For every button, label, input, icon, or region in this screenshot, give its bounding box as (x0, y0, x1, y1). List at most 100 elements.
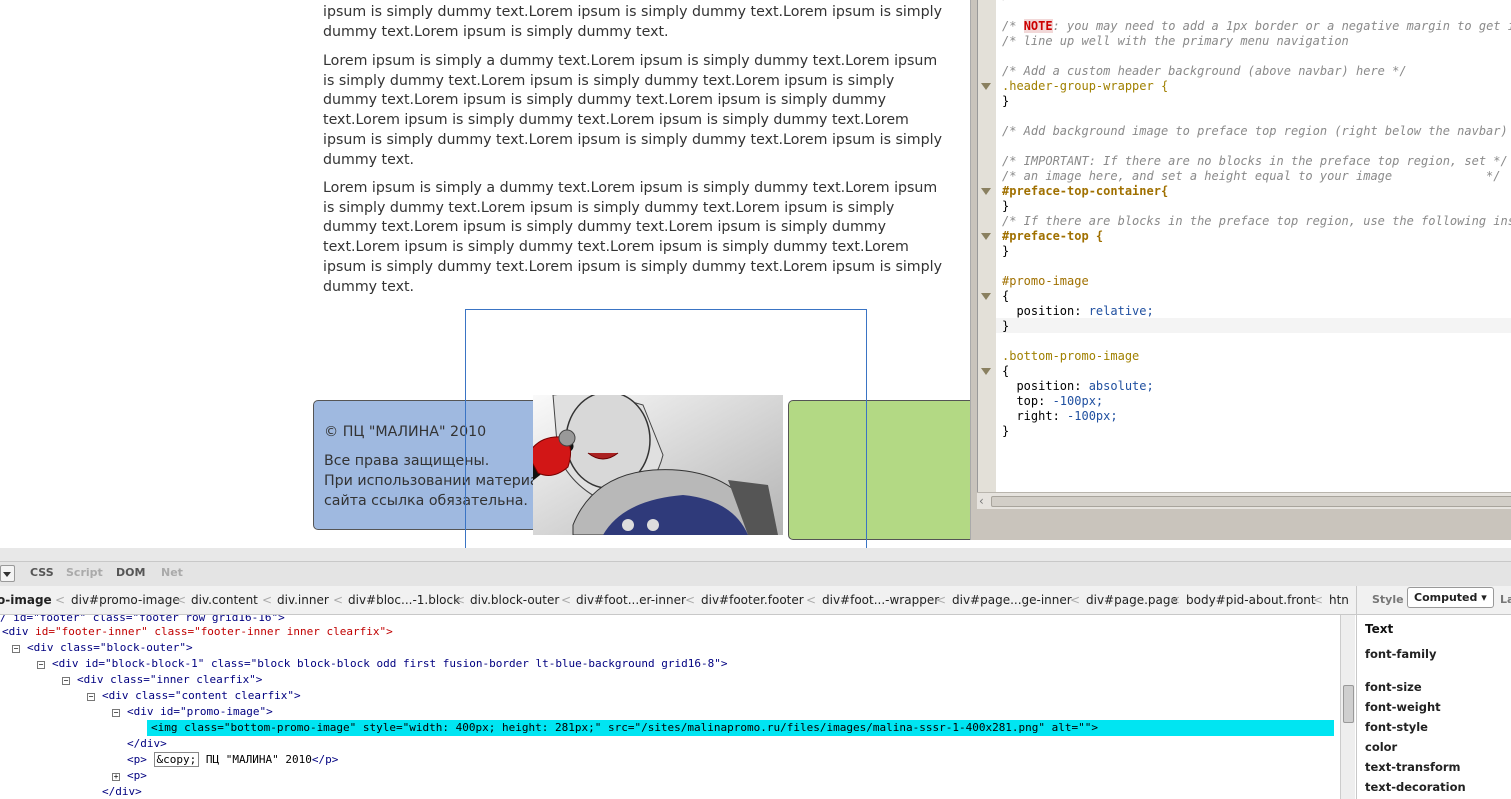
breadcrumb-item[interactable]: div.inner (277, 593, 329, 607)
css-line: /* Add a custom header background (above… (1002, 64, 1407, 78)
css-line: { (1002, 364, 1010, 378)
css-line: .header-group-wrapper { (1002, 79, 1168, 94)
tab-dom[interactable]: DOM (116, 566, 145, 579)
computed-prop: font-size (1365, 680, 1422, 694)
copyright-text: © ПЦ "МАЛИНА" 2010 (324, 424, 487, 440)
css-line: /* an image here, and set a height equal… (1002, 169, 1501, 183)
breadcrumb-item[interactable]: div#footer.footer (701, 593, 804, 607)
tab-script[interactable]: Script (66, 566, 103, 579)
devtools-toolbar: CSS Script DOM Net (0, 561, 1511, 586)
breadcrumb-item[interactable]: div#foot...-wrapper (822, 593, 939, 607)
expand-toggle-icon[interactable]: + (112, 773, 120, 781)
breadcrumb-item[interactable]: div.content (191, 593, 258, 607)
breadcrumb-item[interactable]: div#foot...er-inner (576, 593, 686, 607)
scrollbar-thumb[interactable] (991, 496, 1511, 507)
side-panel-tabs: Style Computed ▾ La (1357, 586, 1511, 615)
breadcrumb-separator: < (806, 593, 817, 607)
html-node[interactable]: </div> (102, 784, 142, 799)
html-tag: <div (2, 625, 36, 638)
fold-arrow-icon[interactable] (981, 83, 991, 90)
css-line: #preface-top-container{ (1002, 184, 1169, 198)
collapse-toggle-icon[interactable]: − (12, 645, 20, 653)
breadcrumb: o-image < div#promo-image < div.content … (0, 586, 1356, 615)
current-line-highlight (996, 318, 1511, 333)
breadcrumb-separator: < (55, 593, 66, 607)
tab-css[interactable]: CSS (30, 566, 54, 579)
html-node[interactable]: </div> (127, 736, 167, 752)
css-line: } (1002, 199, 1010, 213)
html-node[interactable]: <div class="block-outer"> (27, 640, 193, 656)
html-node[interactable]: <div class="content clearfix"> (102, 688, 301, 704)
computed-prop: text-transform (1365, 760, 1461, 774)
tab-layout[interactable]: La (1500, 593, 1511, 606)
html-tree: / id="footer" class="footer row grid16-1… (0, 615, 1340, 799)
html-node[interactable]: <div id="block-block-1" class="block blo… (52, 656, 728, 672)
breadcrumb-item[interactable]: body#pid-about.front (1186, 593, 1316, 607)
css-editor[interactable]: /* ... /* NOTE: you may need to add a 1p… (977, 0, 1511, 492)
css-property: top: (1002, 394, 1046, 408)
html-tag: <p> (127, 753, 147, 766)
css-line: /* NOTE: you may need to add a 1px borde… (1002, 19, 1511, 33)
fold-arrow-icon[interactable] (981, 368, 991, 375)
css-line: #preface-top { (1002, 229, 1104, 243)
css-line: .bottom-promo-image (1002, 349, 1140, 363)
editor-gutter (978, 0, 996, 492)
breadcrumb-item[interactable]: div#promo-image (71, 593, 180, 607)
css-property: position: (1002, 304, 1082, 318)
computed-section-heading[interactable]: Text (1365, 622, 1393, 636)
tab-net[interactable]: Net (161, 566, 183, 579)
breadcrumb-item[interactable]: htn (1329, 593, 1349, 607)
css-line: } (1002, 424, 1010, 438)
fold-arrow-icon[interactable] (981, 188, 991, 195)
breadcrumb-separator: < (936, 593, 947, 607)
html-node[interactable]: <div class="inner clearfix"> (77, 672, 262, 688)
css-line: /* line up well with the primary menu na… (1002, 34, 1349, 48)
breadcrumb-item[interactable]: div#page...ge-inner (952, 593, 1072, 607)
computed-prop: font-weight (1365, 700, 1441, 714)
computed-prop: text-decoration (1365, 780, 1466, 794)
html-node-selected[interactable]: <img class="bottom-promo-image" style="w… (151, 720, 1098, 736)
collapse-toggle-icon[interactable]: − (37, 661, 45, 669)
html-text: ПЦ "МАЛИНА" 2010 (199, 753, 312, 766)
collapse-toggle-icon[interactable]: − (112, 709, 120, 717)
collapse-toggle-icon[interactable]: − (87, 693, 95, 701)
breadcrumb-separator: < (561, 593, 572, 607)
html-node[interactable]: <p> &copy; ПЦ "МАЛИНА" 2010</p> (127, 752, 338, 768)
css-line: /* If there are blocks in the preface to… (1002, 214, 1511, 228)
tab-style[interactable]: Style (1372, 593, 1404, 606)
breadcrumb-separator: < (1070, 593, 1081, 607)
lorem-paragraph: Lorem ipsum is simply a dummy text.Lorem… (323, 180, 942, 295)
breadcrumb-item[interactable]: div#page.page (1086, 593, 1178, 607)
tab-computed[interactable]: Computed ▾ (1407, 587, 1494, 608)
breadcrumb-item[interactable]: o-image (0, 593, 52, 607)
collapse-toggle-icon[interactable]: − (62, 677, 70, 685)
breadcrumb-item[interactable]: div#bloc...-1.block (348, 593, 460, 607)
scrollbar-thumb[interactable] (1343, 685, 1354, 723)
panel-menu-button[interactable] (0, 565, 15, 582)
breadcrumb-item[interactable]: div.block-outer (470, 593, 559, 607)
css-line: top: -100px; (1002, 394, 1103, 409)
html-node[interactable]: <p> (127, 768, 147, 784)
promo-image-highlight-outline (465, 309, 867, 548)
html-entity: &copy; (153, 752, 200, 767)
css-line: } (1002, 244, 1010, 258)
breadcrumb-separator: < (176, 593, 187, 607)
lorem-paragraph: ipsum is simply dummy text.Lorem ipsum i… (323, 4, 942, 40)
scroll-left-icon[interactable]: ‹ (979, 494, 984, 508)
breadcrumb-separator: < (1170, 593, 1181, 607)
vertical-scrollbar[interactable] (1340, 615, 1355, 799)
devtools-splitter[interactable] (0, 548, 1511, 561)
fold-arrow-icon[interactable] (981, 233, 991, 240)
horizontal-scrollbar[interactable]: ‹ (977, 492, 1511, 509)
css-value: -100px; (1045, 394, 1104, 408)
css-line: /* IMPORTANT: If there are no blocks in … (1002, 154, 1508, 168)
css-line: position: absolute; (1002, 379, 1153, 394)
css-line: /* ... (1002, 0, 1045, 3)
html-node[interactable]: <div id="footer-inner" class="footer-inn… (2, 624, 393, 640)
html-attrs: id="footer-inner" class="footer-inner in… (35, 625, 393, 638)
css-edit-panel: /* ... /* NOTE: you may need to add a 1p… (970, 0, 1511, 540)
fold-arrow-icon[interactable] (981, 293, 991, 300)
html-node[interactable]: <div id="promo-image"> (127, 704, 273, 720)
css-property: right: (1002, 409, 1060, 423)
computed-prop: font-style (1365, 720, 1428, 734)
